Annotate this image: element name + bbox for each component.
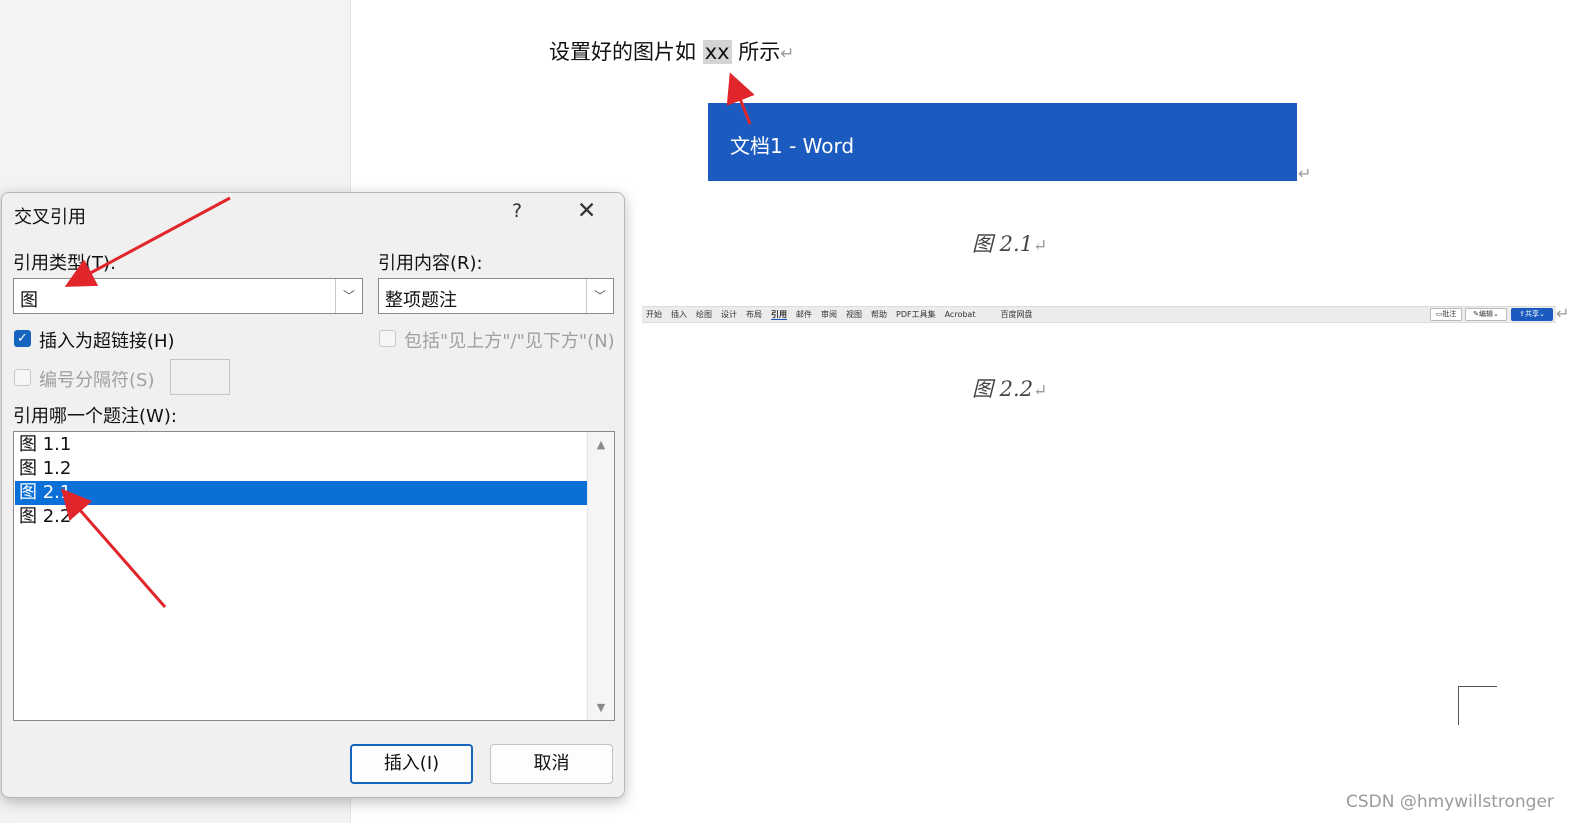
which-caption-label: 引用哪一个题注(W): bbox=[13, 406, 177, 427]
ribbon-tab: 邮件 bbox=[796, 310, 812, 319]
caption-listbox[interactable]: 图 1.1 图 1.2 图 2.1 图 2.2 ▲ ▼ bbox=[13, 431, 615, 721]
chevron-down-icon[interactable]: ﹀ bbox=[335, 279, 362, 313]
text-before: 设置好的图片如 bbox=[549, 40, 696, 64]
cross-reference-field[interactable]: xx bbox=[702, 40, 732, 64]
scrollbar[interactable]: ▲ ▼ bbox=[587, 432, 614, 720]
list-item-selected[interactable]: 图 2.1 bbox=[15, 481, 587, 505]
ribbon-tab: 百度网盘 bbox=[1000, 310, 1033, 319]
paragraph-mark-icon: ↵ bbox=[1298, 164, 1312, 183]
include-above-below-checkbox[interactable] bbox=[379, 330, 396, 347]
reference-content-label: 引用内容(R): bbox=[378, 253, 483, 274]
insert-button[interactable]: 插入(I) bbox=[350, 744, 473, 784]
paragraph-mark-icon: ↵ bbox=[1033, 236, 1048, 256]
ribbon-tab: 开始 bbox=[646, 310, 662, 319]
ribbon-tab: 视图 bbox=[846, 310, 862, 319]
list-item[interactable]: 图 1.1 bbox=[15, 433, 587, 457]
caption-text: 图 2.1 bbox=[972, 232, 1034, 256]
figure-caption-2[interactable]: 图 2.2↵ bbox=[972, 373, 1047, 403]
hyperlink-checkbox[interactable]: ✓ bbox=[14, 330, 31, 347]
reference-type-value: 图 bbox=[20, 290, 38, 311]
ribbon-tab: 插入 bbox=[671, 310, 687, 319]
separator-input[interactable] bbox=[170, 359, 230, 395]
include-above-below-label: 包括"见上方"/"见下方"(N) bbox=[404, 331, 615, 352]
edit-button: ✎编辑⌄ bbox=[1465, 308, 1507, 321]
separator-checkbox[interactable] bbox=[14, 369, 31, 386]
ribbon-tab: 引用 bbox=[771, 310, 787, 320]
list-item[interactable]: 图 2.2 bbox=[15, 505, 587, 529]
ribbon-tab: 绘图 bbox=[696, 310, 712, 319]
reference-type-select[interactable]: 图 ﹀ bbox=[13, 278, 363, 314]
caption-text: 图 2.2 bbox=[972, 377, 1034, 401]
figure-image-2-ribbon[interactable]: 开始 插入 绘图 设计 布局 引用 邮件 审阅 视图 帮助 PDF工具集 Acrobat 百度网盘 ▭批… bbox=[642, 306, 1556, 323]
comment-button: ▭批注 bbox=[1430, 308, 1462, 321]
ribbon-tab: 布局 bbox=[746, 310, 762, 319]
ribbon-tab: Acrobat bbox=[944, 310, 976, 319]
scroll-up-icon[interactable]: ▲ bbox=[588, 438, 614, 451]
reference-type-label: 引用类型(T): bbox=[13, 253, 117, 274]
watermark-text: CSDN @hmywillstronger bbox=[1346, 792, 1554, 812]
figure-image-1[interactable]: 文档1 - Word bbox=[708, 103, 1297, 181]
scroll-down-icon[interactable]: ▼ bbox=[588, 701, 614, 714]
close-icon[interactable]: ✕ bbox=[577, 198, 596, 224]
ribbon-tab: 审阅 bbox=[821, 310, 837, 319]
paragraph-mark-icon: ↵ bbox=[1556, 304, 1570, 323]
figure-caption-1[interactable]: 图 2.1↵ bbox=[972, 228, 1047, 258]
page-corner-mark bbox=[1458, 686, 1497, 725]
ribbon-tab: 设计 bbox=[721, 310, 737, 319]
paragraph-mark-icon: ↵ bbox=[780, 44, 795, 64]
reference-content-value: 整项题注 bbox=[385, 290, 457, 311]
dialog-title: 交叉引用 bbox=[14, 207, 86, 228]
chevron-down-icon[interactable]: ﹀ bbox=[586, 279, 613, 313]
help-button[interactable]: ? bbox=[512, 200, 522, 222]
ribbon-tab: PDF工具集 bbox=[896, 310, 936, 319]
check-icon: ✓ bbox=[17, 331, 28, 346]
document-text-line[interactable]: 设置好的图片如 xx 所示↵ bbox=[549, 36, 794, 66]
reference-content-select[interactable]: 整项题注 ﹀ bbox=[378, 278, 614, 314]
ribbon-tab: 帮助 bbox=[871, 310, 887, 319]
text-after: 所示 bbox=[738, 40, 781, 64]
figure-image-text: 文档1 - Word bbox=[730, 134, 855, 158]
cross-reference-dialog[interactable]: 交叉引用 ? ✕ 引用类型(T): 图 ﹀ 引用内容(R): 整项题注 ﹀ ✓ … bbox=[1, 192, 625, 798]
hyperlink-label[interactable]: 插入为超链接(H) bbox=[39, 327, 175, 353]
list-item[interactable]: 图 1.2 bbox=[15, 457, 587, 481]
separator-label: 编号分隔符(S) bbox=[39, 370, 155, 391]
ribbon-tab-list: 开始 插入 绘图 设计 布局 引用 邮件 审阅 视图 帮助 PDF工具集 Acrobat 百度网盘 bbox=[646, 309, 1041, 320]
share-button: ⇪共享⌄ bbox=[1511, 308, 1553, 321]
paragraph-mark-icon: ↵ bbox=[1033, 381, 1048, 401]
cancel-button[interactable]: 取消 bbox=[490, 744, 613, 784]
